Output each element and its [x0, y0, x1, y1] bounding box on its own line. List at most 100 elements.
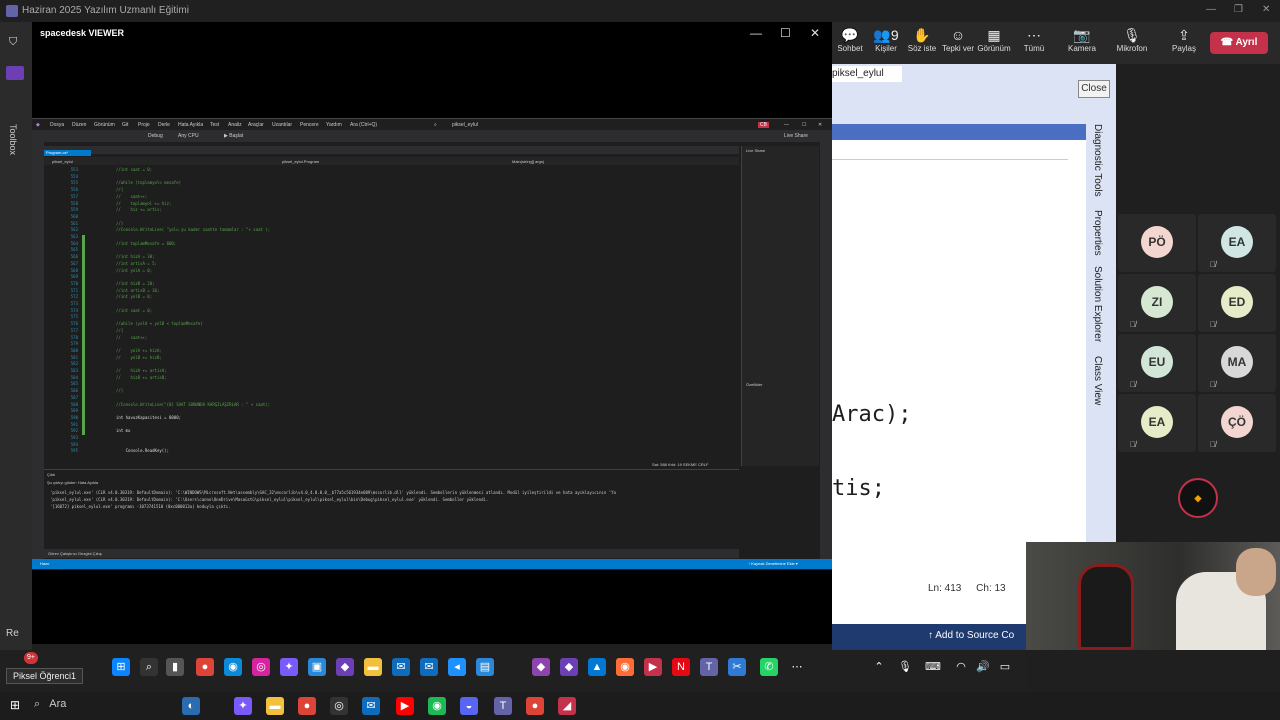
bg-vs-tab[interactable]: piksel_eylul: [832, 66, 902, 82]
snip-icon[interactable]: ✂: [728, 658, 746, 676]
more-icon[interactable]: ⋯: [788, 658, 806, 676]
participant-tile[interactable]: ZI 🎙̸: [1118, 274, 1196, 332]
maximize-icon[interactable]: ☐: [802, 122, 806, 128]
vscode-icon[interactable]: ◂: [448, 658, 466, 676]
mic-icon[interactable]: 🎙: [896, 658, 914, 676]
outlook-icon[interactable]: ✉: [420, 658, 438, 676]
close-icon[interactable]: ✕: [810, 26, 820, 40]
toolbar-button-raise-hand[interactable]: ✋ Söz iste: [904, 26, 940, 53]
start-button[interactable]: ▶ Başlat: [224, 133, 243, 139]
vs-icon[interactable]: ◆: [560, 658, 578, 676]
search-input[interactable]: ⌕ Ara: [34, 698, 184, 714]
spacedesk-icon[interactable]: ◢: [558, 697, 576, 715]
instagram-icon[interactable]: ◎: [252, 658, 270, 676]
toolbar-button-camera-off[interactable]: 📷 Kamera: [1064, 26, 1100, 53]
minimize-icon[interactable]: —: [1206, 4, 1216, 15]
youtube-icon[interactable]: ▶: [396, 697, 414, 715]
vs-icon[interactable]: ◆: [336, 658, 354, 676]
menu-item[interactable]: Hata Ayıkla: [178, 122, 203, 128]
whatsapp-icon[interactable]: ✆: [760, 658, 778, 676]
participant-tile[interactable]: ED 🎙̸: [1198, 274, 1276, 332]
folder-icon[interactable]: ▬: [364, 658, 382, 676]
bg-vs-nav-dropdown[interactable]: [832, 144, 1068, 160]
participant-tile[interactable]: EA 🎙̸: [1118, 394, 1196, 452]
terminal-icon[interactable]: ▶: [644, 658, 662, 676]
menu-item[interactable]: Uzantılar: [272, 122, 292, 128]
participant-tile[interactable]: EU 🎙̸: [1118, 334, 1196, 392]
chevron-up-icon[interactable]: ⌃: [870, 658, 888, 676]
nav-project[interactable]: piksel_eylul: [52, 159, 73, 164]
windows-start-icon[interactable]: ⊞: [10, 698, 20, 712]
add-to-source-button[interactable]: ↑ Add to Source Co: [928, 630, 1014, 641]
folder-icon[interactable]: ▬: [266, 697, 284, 715]
search-icon[interactable]: ⌕: [140, 658, 158, 676]
live-share-button[interactable]: Live Share: [784, 133, 808, 139]
teams-icon[interactable]: T: [700, 658, 718, 676]
menu-item[interactable]: Dosya: [50, 122, 64, 128]
battery-icon[interactable]: ▭: [996, 658, 1014, 676]
nav-class[interactable]: piksel_eylul.Program: [282, 159, 319, 164]
leave-button[interactable]: ☎ Ayrıl: [1210, 32, 1268, 54]
azure-icon[interactable]: ▲: [588, 658, 606, 676]
bottom-tab-label[interactable]: Görev Çalıştırıcı Gezgini Çıkış: [48, 551, 102, 556]
toolbox-tab[interactable]: Toolbox: [8, 124, 18, 155]
menu-item[interactable]: Araçlar: [248, 122, 264, 128]
participant-tile[interactable]: MA 🎙̸: [1198, 334, 1276, 392]
volume-icon[interactable]: 🔊: [974, 658, 992, 676]
toolbar-button-people[interactable]: 👥9 Kişiler: [868, 26, 904, 53]
wifi-icon[interactable]: ◠: [952, 658, 970, 676]
platform-dropdown[interactable]: Any CPU: [178, 133, 199, 139]
chrome-icon[interactable]: ●: [196, 658, 214, 676]
nav-method[interactable]: Main(string[] args): [512, 159, 544, 164]
toolbar-button-share[interactable]: ⇪ Paylaş: [1166, 26, 1202, 53]
diagnostic-tools-tab[interactable]: Diagnostic Tools: [1092, 124, 1103, 197]
toolbar-button-reaction[interactable]: ☺ Tepki ver: [940, 26, 976, 53]
minimize-icon[interactable]: —: [784, 122, 789, 128]
postman-icon[interactable]: ◉: [616, 658, 634, 676]
menu-item[interactable]: Git: [122, 122, 128, 128]
source-control-button[interactable]: ↑ Kaynak Denetimine Ekle ▾: [748, 561, 798, 566]
close-icon[interactable]: ✕: [1262, 4, 1270, 15]
minimize-icon[interactable]: —: [750, 26, 762, 40]
avatar[interactable]: CB: [758, 122, 769, 128]
menu-item[interactable]: Pencere: [300, 122, 319, 128]
participant-tile[interactable]: PÖ: [1118, 214, 1196, 272]
close-icon[interactable]: ✕: [818, 122, 822, 128]
menu-item[interactable]: Test: [210, 122, 219, 128]
menu-item[interactable]: Düzen: [72, 122, 86, 128]
maximize-icon[interactable]: ☐: [780, 26, 791, 40]
file-icon[interactable]: ▮: [166, 658, 184, 676]
menu-item[interactable]: Yardım: [326, 122, 342, 128]
spotify-icon[interactable]: ◉: [428, 697, 446, 715]
outlook-icon[interactable]: ✉: [362, 697, 380, 715]
menu-item[interactable]: Proje: [138, 122, 150, 128]
weather-icon[interactable]: ◐: [182, 697, 200, 715]
toolbar-button-mic-off[interactable]: 🎙 Mikrofon: [1114, 26, 1150, 53]
menu-item[interactable]: Derle: [158, 122, 170, 128]
participant-tile[interactable]: ÇÖ 🎙̸: [1198, 394, 1276, 452]
discord-icon[interactable]: ◒: [460, 697, 478, 715]
code-editor[interactable]: 553 //int saat = 0; 554 555 //while (toplamy…: [44, 165, 739, 461]
copilot-icon[interactable]: ✦: [234, 697, 252, 715]
keyboard-icon[interactable]: ⌨: [924, 658, 942, 676]
windows-start-icon[interactable]: ⊞: [112, 658, 130, 676]
search-icon[interactable]: ⌕: [434, 122, 437, 128]
config-dropdown[interactable]: Debug: [148, 133, 163, 139]
output-source[interactable]: Şu çıktıyı göster: Hata Ayıkla: [47, 480, 98, 485]
copilot-icon[interactable]: ✦: [280, 658, 298, 676]
menu-item[interactable]: Analiz: [228, 122, 242, 128]
outlook-icon[interactable]: ✉: [392, 658, 410, 676]
github-icon[interactable]: ◎: [330, 697, 348, 715]
netflix-icon[interactable]: N: [672, 658, 690, 676]
solution-explorer-tab[interactable]: Solution Explorer: [1092, 266, 1103, 342]
teams-icon[interactable]: T: [494, 697, 512, 715]
chrome-icon[interactable]: ●: [526, 697, 544, 715]
participant-tile[interactable]: EA 🎙̸: [1198, 214, 1276, 272]
toolbar-button-view[interactable]: ▦ Görünüm: [976, 26, 1012, 53]
maximize-icon[interactable]: ❐: [1234, 4, 1243, 15]
edge-icon[interactable]: ◉: [224, 658, 242, 676]
chrome-icon[interactable]: ●: [298, 697, 316, 715]
db-icon[interactable]: ▤: [476, 658, 494, 676]
store-icon[interactable]: ▣: [308, 658, 326, 676]
search-box[interactable]: Ara (Ctrl+Q): [350, 122, 377, 128]
